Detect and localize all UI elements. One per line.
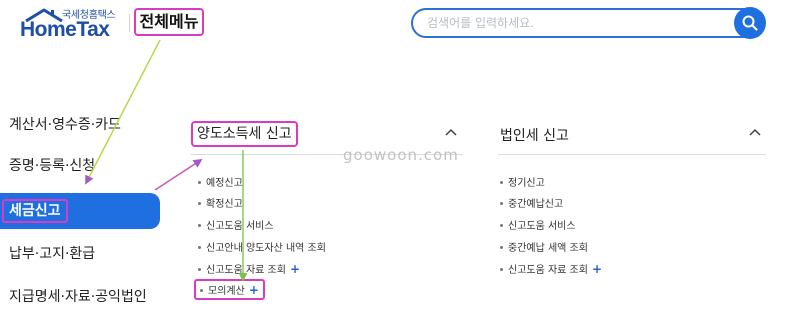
annotation-arrows	[85, 39, 248, 282]
annotation-arrow	[85, 39, 161, 185]
annotation-arrow	[154, 159, 203, 191]
